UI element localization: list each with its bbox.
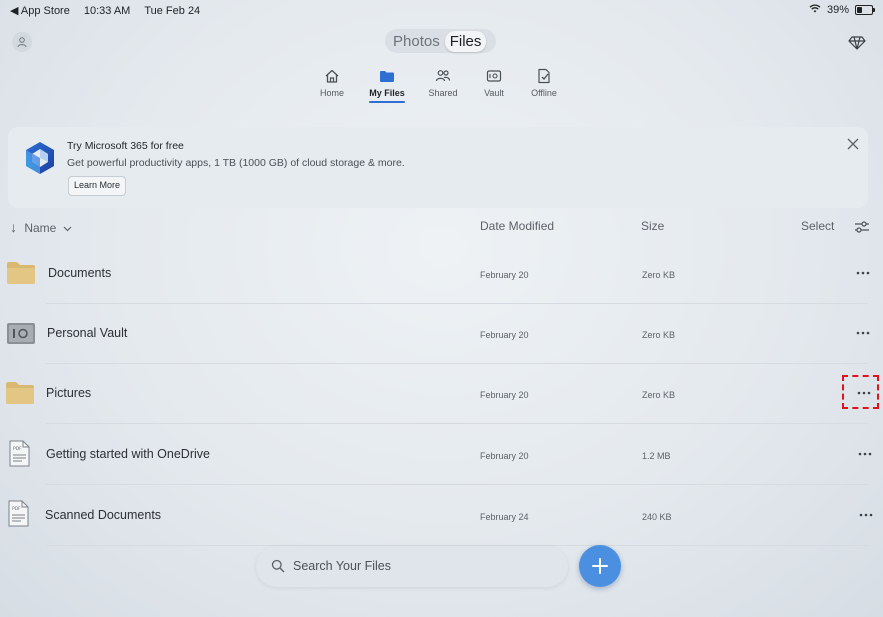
more-options-icon[interactable] [859, 511, 873, 519]
offline-icon [538, 68, 550, 84]
files-segment[interactable]: Files [444, 30, 487, 52]
select-button[interactable]: Select [801, 219, 834, 233]
file-name: Documents [48, 266, 112, 280]
more-options-icon[interactable] [856, 329, 870, 337]
file-name: Scanned Documents [45, 508, 162, 522]
file-size: Zero KB [642, 330, 676, 340]
microsoft-365-logo-icon [26, 142, 54, 174]
sliders-icon [855, 221, 869, 233]
folder-icon [380, 71, 394, 82]
m365-promo-banner: Try Microsoft 365 for free Get powerful … [8, 127, 868, 208]
size-column-header: Size [641, 219, 665, 233]
status-bar: ◀ App Store 10:33 AM Tue Feb 24 39% [0, 0, 883, 20]
back-app-label: App Store [20, 5, 70, 17]
svg-text:PDF: PDF [13, 446, 22, 452]
close-icon[interactable] [846, 137, 860, 151]
person-icon [17, 37, 27, 48]
filter-button[interactable] [854, 220, 870, 239]
tab-shared[interactable]: Shared [417, 68, 469, 98]
file-size: Zero KB [642, 390, 676, 400]
battery-icon [855, 5, 875, 15]
file-name: Pictures [46, 386, 92, 400]
row-divider [46, 484, 868, 485]
vault-icon [7, 323, 35, 344]
more-options-icon[interactable] [856, 269, 870, 277]
file-size: 1.2 MB [642, 451, 671, 461]
file-date: February 20 [480, 270, 529, 280]
more-options-icon[interactable] [858, 450, 872, 458]
photos-segment[interactable]: Photos [388, 31, 445, 52]
file-date: February 20 [480, 330, 529, 340]
vault-icon [486, 70, 502, 82]
diamond-icon [848, 36, 866, 50]
file-date: February 20 [480, 390, 529, 400]
file-date: February 20 [480, 451, 529, 461]
home-icon [325, 69, 339, 83]
search-input[interactable]: Search Your Files [293, 559, 391, 573]
plus-icon [592, 558, 608, 574]
status-date: Tue Feb 24 [144, 4, 201, 17]
premium-button[interactable] [848, 33, 866, 51]
chevron-down-icon [63, 221, 72, 235]
list-item[interactable]: Documents February 20 Zero KB [0, 244, 870, 304]
date-modified-column-header: Date Modified [480, 219, 555, 233]
tab-my-files[interactable]: My Files [361, 68, 413, 103]
back-to-app-link[interactable]: ◀ App Store [10, 4, 70, 17]
name-column-header: Name [24, 221, 57, 235]
row-divider [46, 423, 868, 424]
sort-arrow-icon: ↓ [10, 219, 17, 235]
file-name: Getting started with OneDrive [46, 447, 210, 461]
list-item[interactable]: PDF Getting started with OneDrive Februa… [0, 425, 872, 485]
list-item[interactable]: Personal Vault February 20 Zero KB [0, 304, 870, 364]
tab-vault-label: Vault [484, 88, 504, 98]
file-date: February 24 [480, 512, 529, 522]
battery-percent: 39% [826, 4, 849, 16]
tab-my-files-label: My Files [369, 88, 405, 98]
tab-home-label: Home [319, 88, 344, 98]
folder-icon [6, 382, 34, 404]
tab-vault[interactable]: Vault [468, 68, 520, 98]
pdf-file-icon: PDF [8, 500, 29, 527]
file-name: Personal Vault [47, 326, 128, 340]
add-button[interactable] [579, 545, 621, 587]
folder-icon [7, 262, 35, 284]
tab-home[interactable]: Home [306, 68, 358, 98]
tab-offline-label: Offline [531, 88, 557, 98]
file-size: Zero KB [642, 270, 676, 280]
list-item[interactable]: PDF Scanned Documents February 24 240 KB [0, 486, 873, 546]
tab-shared-label: Shared [428, 88, 458, 98]
highlight-box [842, 375, 879, 409]
pdf-file-icon: PDF [9, 440, 30, 467]
active-tab-indicator [369, 101, 405, 103]
account-button[interactable] [12, 32, 32, 52]
sort-by-name-button[interactable]: ↓ Name [10, 219, 72, 235]
svg-text:PDF: PDF [12, 506, 21, 512]
wifi-icon [809, 4, 821, 16]
file-size: 240 KB [642, 512, 672, 522]
search-icon [271, 559, 285, 573]
tab-offline[interactable]: Offline [518, 68, 570, 98]
banner-title: Try Microsoft 365 for free [67, 140, 184, 152]
banner-description: Get powerful productivity apps, 1 TB (10… [67, 157, 405, 169]
status-time: 10:33 AM [83, 4, 131, 17]
photos-files-switcher: Photos Files [385, 29, 496, 53]
list-item[interactable]: Pictures February 20 Zero KB [0, 364, 871, 424]
learn-more-button[interactable]: Learn More [68, 176, 127, 196]
people-icon [435, 70, 451, 82]
search-bar[interactable]: Search Your Files [256, 546, 568, 587]
